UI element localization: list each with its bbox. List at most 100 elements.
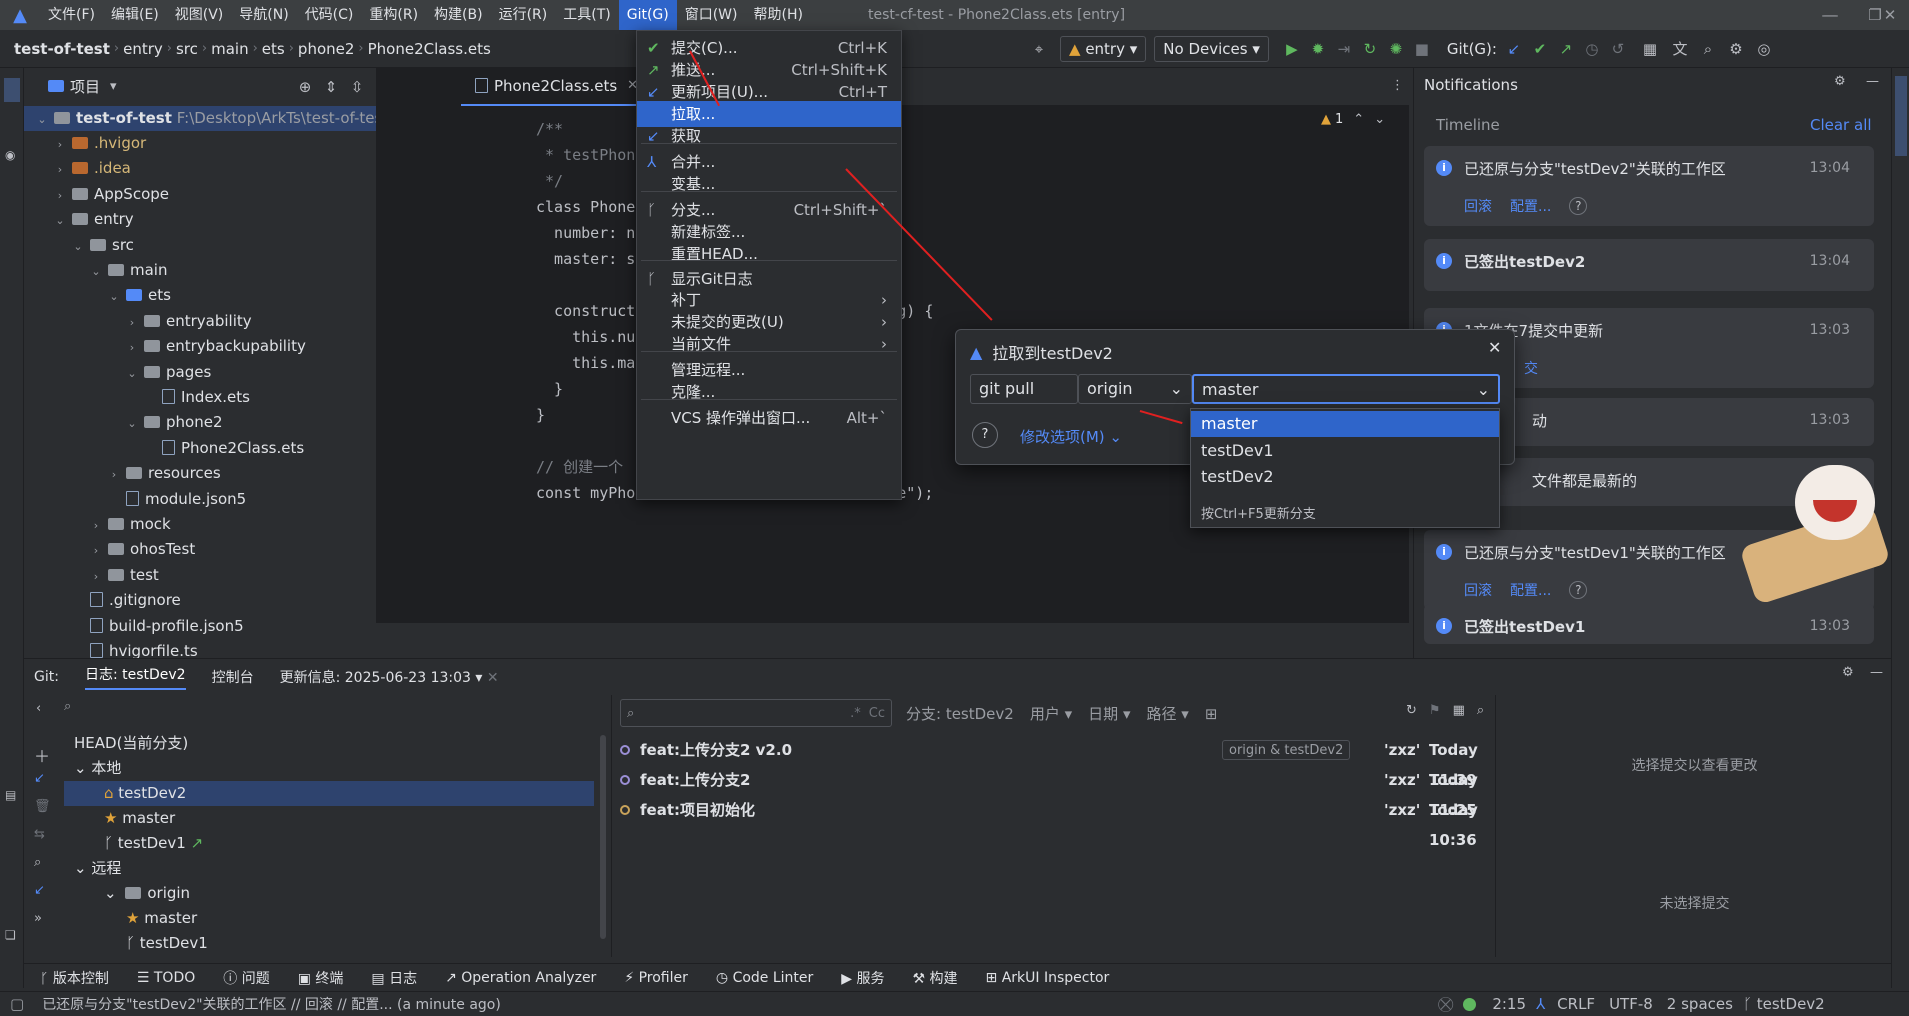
prev-highlight-icon[interactable]: ⌃ — [1353, 112, 1364, 127]
chevron-down-icon[interactable]: ⌄ — [74, 759, 91, 777]
tree-item[interactable]: ⌄ pages — [24, 360, 376, 385]
indent-setting[interactable]: 2 spaces — [1667, 995, 1733, 1013]
modify-options-link[interactable]: 修改选项(M) ⌄ — [1020, 426, 1122, 447]
device-select[interactable]: No Devices ▾ — [1154, 36, 1269, 62]
chevron-icon[interactable]: ⌄ — [106, 284, 122, 309]
tree-item[interactable]: .gitignore — [24, 588, 376, 613]
chevron-icon[interactable]: › — [124, 335, 140, 360]
collapse-branches-icon[interactable]: ‹ — [36, 701, 41, 716]
tab-log[interactable]: 日志: testDev2 — [84, 664, 186, 690]
branch-option[interactable]: testDev2 — [1191, 464, 1499, 490]
help-icon[interactable]: ? — [972, 422, 998, 448]
tool-window-button[interactable]: ᚴ 版本控制 — [40, 968, 109, 988]
tool-window-button[interactable]: ◷ Code Linter — [716, 970, 813, 986]
tool-window-button[interactable]: ⚡ Profiler — [624, 970, 688, 986]
tree-item[interactable]: ⌄ phone2 — [24, 410, 376, 435]
locate-icon[interactable]: ⊕ — [294, 76, 316, 98]
rollback-link[interactable]: 交 — [1524, 358, 1538, 378]
tree-item[interactable]: › .hvigor — [24, 131, 376, 156]
commit-row[interactable]: feat:项目初始化 'zxz' Today 10:36 — [614, 795, 1496, 849]
code-line[interactable]: number: nu — [536, 220, 644, 246]
find-branch-icon[interactable]: ⌕ — [34, 855, 41, 870]
hide-notifications-icon[interactable]: — — [1866, 74, 1879, 89]
chevron-icon[interactable]: ⌄ — [52, 208, 68, 233]
notifications-tool-icon[interactable] — [1895, 76, 1907, 156]
chevron-down-icon[interactable]: ⌄ — [74, 859, 91, 877]
run-icon[interactable]: ▶ — [1281, 38, 1303, 60]
tree-item[interactable]: › entryability — [24, 309, 376, 334]
tree-item[interactable]: › ohosTest — [24, 537, 376, 562]
menu-4[interactable]: 代码(C) — [297, 0, 362, 30]
update-branch-icon[interactable]: ↙ — [34, 771, 45, 786]
project-root-row[interactable]: ⌄ test-of-test F:\Desktop\ArkTs\test-of-t… — [24, 106, 388, 131]
tree-item[interactable]: › AppScope — [24, 182, 376, 207]
ai-status-icon[interactable]: ⅄ — [1536, 995, 1545, 1013]
search-everywhere-icon[interactable]: ⌕ — [1697, 38, 1719, 60]
reload-icon[interactable]: ↻ — [1359, 38, 1381, 60]
chevron-icon[interactable]: ⌄ — [124, 411, 140, 436]
configure-link[interactable]: 配置... — [1510, 196, 1551, 216]
rollback-link[interactable]: 回滚 — [1464, 196, 1492, 216]
fetch-icon[interactable]: ↙ — [34, 883, 45, 898]
code-line[interactable]: */ — [536, 168, 563, 194]
git-menu-item[interactable]: ↙ 获取 — [637, 123, 901, 149]
tree-item[interactable]: build-profile.json5 — [24, 614, 376, 639]
debug-icon[interactable]: ✹ — [1307, 38, 1329, 60]
code-line[interactable]: * testPhone — [536, 142, 644, 168]
compare-branch-icon[interactable]: ⇆ — [34, 827, 45, 842]
chevron-icon[interactable]: ⌄ — [124, 361, 140, 386]
log-search-input[interactable]: ⌕ .* Cc — [620, 699, 892, 727]
tool-window-button[interactable]: ⓘ 问题 — [223, 968, 269, 988]
menu-11[interactable]: 帮助(H) — [746, 0, 811, 30]
menu-5[interactable]: 重构(R) — [361, 0, 426, 30]
menu-0[interactable]: 文件(F) — [40, 0, 103, 30]
branch-tree-item[interactable]: ⌄ 本地 — [64, 756, 121, 781]
tree-item[interactable]: › test — [24, 563, 376, 588]
git-commit-icon[interactable]: ✔ — [1529, 38, 1551, 60]
chevron-down-icon[interactable]: ▾ — [110, 79, 117, 94]
run-config-select[interactable]: ▲ entry ▾ — [1060, 36, 1147, 62]
tree-item[interactable]: ⌄ main — [24, 258, 376, 283]
breadcrumb-item[interactable]: main — [211, 40, 248, 58]
breadcrumb-item[interactable]: src — [176, 40, 198, 58]
breadcrumb-item[interactable]: ets — [262, 40, 285, 58]
git-menu-item[interactable]: 克隆... — [637, 379, 901, 405]
tool-window-button[interactable]: ↗ Operation Analyzer — [445, 970, 596, 986]
tool-window-button[interactable]: ▣ 终端 — [298, 968, 344, 988]
git-push-icon[interactable]: ↗ — [1555, 38, 1577, 60]
chevron-down-icon[interactable]: ⌄ — [104, 884, 121, 902]
panel-toggle-icon[interactable]: ▢ — [10, 995, 24, 1013]
tab-console[interactable]: 控制台 — [212, 667, 254, 687]
code-line[interactable]: master: st — [536, 246, 644, 272]
branch-tree-item[interactable]: ★ master — [64, 906, 197, 931]
branch-tree-item[interactable]: ⌂ testDev2 — [64, 781, 594, 806]
code-line[interactable]: class Phone2 — [536, 194, 644, 220]
notification-card[interactable]: i 已还原与分支"testDev2"关联的工作区 13:04 回滚 配置...? — [1424, 146, 1874, 226]
close-dialog-icon[interactable]: ✕ — [1488, 338, 1501, 357]
git-menu-item[interactable]: 重置HEAD... — [637, 241, 901, 267]
tab-menu-icon[interactable]: ⋮ — [1391, 78, 1404, 93]
next-highlight-icon[interactable]: ⌄ — [1374, 112, 1385, 127]
close-window-button[interactable]: ✕ — [1870, 0, 1909, 30]
branch-tree-item[interactable]: ᚴ testDev1 — [64, 931, 208, 956]
git-menu-item[interactable]: 当前文件 › — [637, 331, 901, 357]
collapse-all-icon[interactable]: ⇳ — [346, 76, 368, 98]
tool-window-button[interactable]: ▤ 日志 — [371, 968, 417, 988]
inspection-widget[interactable]: ▲ 1 ⌃ ⌄ — [1321, 112, 1385, 127]
path-filter[interactable]: 路径 ▾ — [1146, 703, 1188, 724]
tree-item[interactable]: Phone2Class.ets — [24, 436, 376, 461]
chevron-icon[interactable]: › — [124, 310, 140, 335]
chevron-icon[interactable]: › — [88, 513, 104, 538]
git-rollback-icon[interactable]: ↺ — [1607, 38, 1629, 60]
git-history-icon[interactable]: ◷ — [1581, 38, 1603, 60]
log-search-icon[interactable]: ⌕ — [1477, 703, 1484, 718]
ai-assistant-icon[interactable]: ◎ — [1753, 38, 1775, 60]
branch-tree-item[interactable]: ⌄ origin — [64, 881, 190, 906]
tree-item[interactable]: › .idea — [24, 156, 376, 181]
new-tab-icon[interactable]: ⊞ — [1205, 705, 1218, 723]
chevron-icon[interactable]: › — [106, 462, 122, 487]
layout-icon[interactable]: ▦ — [1453, 703, 1465, 718]
chevron-icon[interactable]: › — [88, 564, 104, 589]
code-line[interactable]: this.mas — [536, 350, 644, 376]
delete-branch-icon[interactable]: 🗑 — [34, 799, 51, 814]
